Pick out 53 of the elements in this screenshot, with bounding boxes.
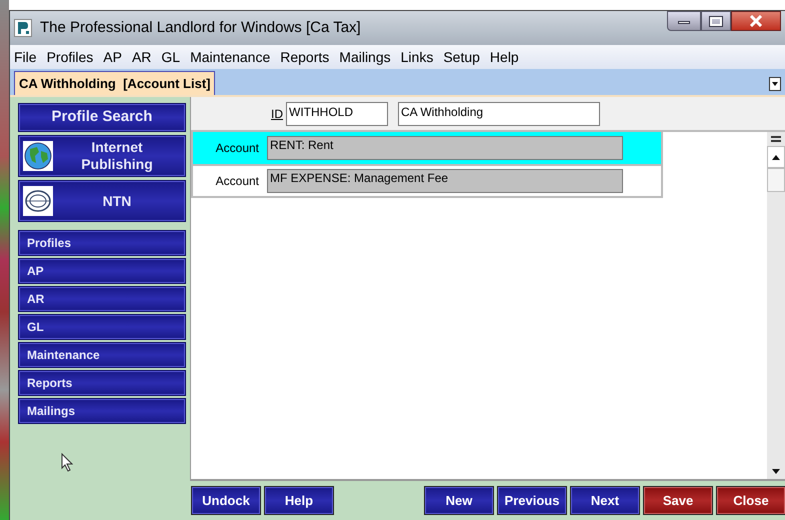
globe-icon — [23, 141, 53, 171]
account-row[interactable]: Account MF EXPENSE: Management Fee — [193, 164, 661, 196]
sidebar-item[interactable]: Profiles — [19, 231, 185, 255]
account-row[interactable]: Account RENT: Rent — [193, 132, 661, 164]
menu-item[interactable]: Reports — [280, 46, 330, 68]
split-handle-icon[interactable] — [771, 136, 781, 142]
menu-item[interactable]: Maintenance — [190, 46, 270, 68]
sidebar-button[interactable]: Internet Publishing — [19, 136, 185, 176]
action-button[interactable]: Undock — [192, 487, 260, 514]
app-logo-icon — [14, 19, 32, 37]
account-field[interactable]: MF EXPENSE: Management Fee — [267, 169, 623, 193]
menu-item[interactable]: Help — [490, 46, 519, 68]
id-field[interactable]: WITHHOLD — [286, 102, 388, 126]
menu-item[interactable]: AP — [103, 46, 122, 68]
sidebar-item[interactable]: Reports — [19, 371, 185, 395]
sidebar-item[interactable]: Mailings — [19, 399, 185, 423]
window-title: The Professional Landlord for Windows [Ca Tax] — [40, 18, 361, 38]
sidebar-button[interactable]: NTN — [19, 181, 185, 221]
menu-item[interactable]: Mailings — [339, 46, 391, 68]
scroll-down-icon[interactable] — [772, 468, 780, 474]
dropdown-icon[interactable] — [769, 77, 781, 91]
action-button[interactable]: Next — [571, 487, 639, 514]
menu-item[interactable]: AR — [132, 46, 152, 68]
mouse-cursor-icon — [61, 453, 73, 472]
minimize-button[interactable] — [667, 11, 701, 31]
close-icon — [749, 15, 763, 27]
menu-item[interactable]: Links — [400, 46, 434, 68]
account-label: Account — [214, 140, 260, 157]
scroll-up-icon[interactable] — [772, 154, 780, 160]
action-button[interactable]: New — [425, 487, 493, 514]
sidebar-item[interactable]: AP — [19, 259, 185, 283]
action-button[interactable]: Save — [644, 487, 712, 514]
menu-item[interactable]: File — [14, 46, 37, 68]
name-field[interactable]: CA Withholding — [398, 102, 600, 126]
action-button[interactable]: Close — [717, 487, 785, 514]
menu-item[interactable]: Profiles — [46, 46, 94, 68]
account-label: Account — [214, 173, 260, 190]
menu-item[interactable]: Setup — [443, 46, 480, 68]
action-button[interactable]: Help — [265, 487, 333, 514]
sidebar-item[interactable]: GL — [19, 315, 185, 339]
scroll-thumb[interactable] — [767, 168, 785, 192]
ntn-logo-icon — [23, 186, 53, 216]
sidebar-item[interactable]: AR — [19, 287, 185, 311]
menu-item[interactable]: GL — [161, 46, 180, 68]
close-button[interactable] — [731, 11, 781, 31]
document-tab[interactable]: CA Withholding [Account List] — [14, 71, 216, 95]
scrollbar[interactable] — [767, 132, 785, 479]
account-field[interactable]: RENT: Rent — [267, 136, 623, 160]
action-button[interactable]: Previous — [498, 487, 566, 514]
maximize-button[interactable] — [701, 11, 731, 31]
sidebar-item[interactable]: Maintenance — [19, 343, 185, 367]
sidebar-button[interactable]: Profile Search — [19, 104, 185, 131]
id-label: ID — [271, 106, 283, 122]
